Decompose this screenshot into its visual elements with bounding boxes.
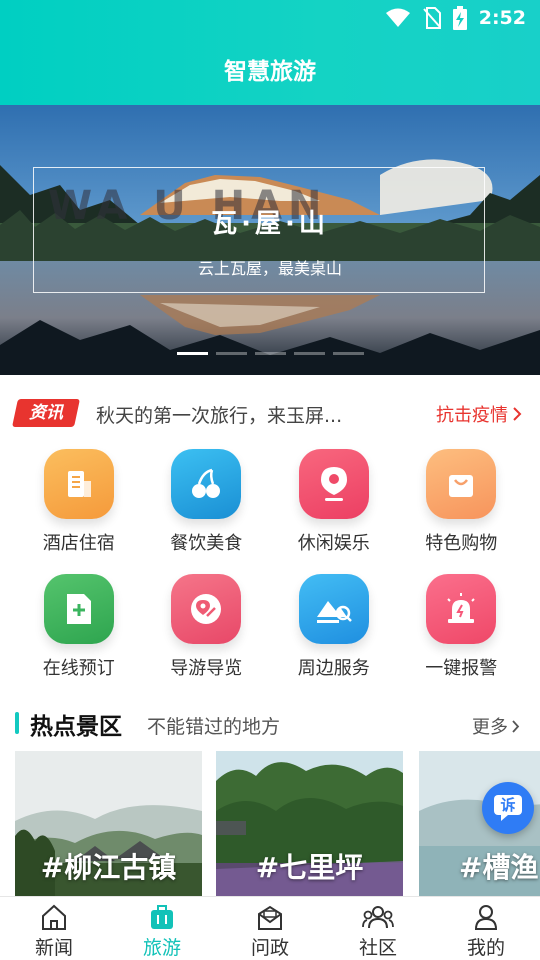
carousel-dot[interactable] bbox=[216, 352, 247, 355]
complaint-float-button[interactable]: 诉 bbox=[482, 782, 534, 834]
tab-label: 我的 bbox=[466, 937, 505, 959]
news-badge: 资讯 bbox=[12, 399, 80, 427]
service-label: 特色购物 bbox=[425, 533, 498, 554]
tab-label: 问政 bbox=[250, 937, 289, 959]
service-label: 周边服务 bbox=[297, 658, 370, 679]
service-label: 酒店住宿 bbox=[42, 533, 115, 554]
wifi-icon bbox=[385, 8, 410, 27]
service-alarm[interactable]: 一键报警 bbox=[398, 574, 526, 680]
status-time: 2:52 bbox=[478, 7, 526, 29]
service-label: 休闲娱乐 bbox=[297, 533, 370, 554]
no-sim-icon bbox=[422, 7, 441, 29]
carousel-dot[interactable] bbox=[333, 352, 364, 355]
scenic-name: #七里坪 bbox=[255, 851, 364, 884]
community-icon bbox=[362, 906, 394, 929]
map-pin-icon bbox=[171, 574, 242, 644]
news-category-label: 抗击疫情 bbox=[436, 405, 508, 426]
more-label: 更多 bbox=[472, 717, 508, 738]
tab-label: 新闻 bbox=[34, 937, 73, 959]
section-accent-bar bbox=[15, 712, 19, 734]
mail-icon bbox=[258, 905, 282, 930]
tab-travel[interactable]: 旅游 bbox=[108, 897, 216, 960]
shopping-bag-icon bbox=[426, 449, 497, 519]
service-hotel[interactable]: 酒店住宿 bbox=[15, 449, 143, 555]
banner-title: 瓦·屋·山 bbox=[211, 209, 329, 239]
service-booking[interactable]: 在线预订 bbox=[15, 574, 143, 680]
carousel-dot[interactable] bbox=[177, 352, 208, 355]
location-pin-icon bbox=[298, 449, 369, 519]
alarm-light-icon bbox=[426, 574, 497, 644]
scenic-card[interactable]: #七里坪 bbox=[216, 751, 403, 896]
status-bar: 2:52 bbox=[385, 6, 526, 30]
service-label: 在线预订 bbox=[42, 658, 115, 679]
page-title: 智慧旅游 bbox=[224, 59, 316, 85]
carousel-indicator bbox=[177, 352, 364, 355]
section-subtitle: 不能错过的地方 bbox=[147, 716, 281, 738]
service-label: 导游导览 bbox=[170, 658, 243, 679]
scenic-card[interactable]: #柳江古镇 bbox=[15, 751, 202, 896]
app-header: 2:52 智慧旅游 bbox=[0, 0, 540, 105]
service-nearby[interactable]: 周边服务 bbox=[270, 574, 398, 680]
section-title: 热点景区 bbox=[30, 714, 122, 740]
tab-label: 社区 bbox=[358, 937, 397, 959]
service-guide[interactable]: 导游导览 bbox=[143, 574, 271, 680]
battery-charging-icon bbox=[452, 6, 467, 30]
tab-mine[interactable]: 我的 bbox=[432, 897, 540, 960]
carousel-dot[interactable] bbox=[294, 352, 325, 355]
service-label: 一键报警 bbox=[425, 658, 498, 679]
cherry-icon bbox=[171, 449, 242, 519]
tab-label: 旅游 bbox=[142, 937, 181, 959]
service-label: 餐饮美食 bbox=[170, 533, 243, 554]
tab-news[interactable]: 新闻 bbox=[0, 897, 108, 960]
banner-subtitle: 云上瓦屋，最美桌山 bbox=[197, 259, 342, 278]
news-category-link[interactable]: 抗击疫情 bbox=[436, 401, 522, 427]
hot-spots-header: 热点景区 不能错过的地方 更多 bbox=[0, 705, 540, 741]
hot-spots-list: #柳江古镇 #七里坪 #槽渔 bbox=[15, 751, 540, 896]
banner-carousel[interactable]: WA U HAN 瓦·屋·山 云上瓦屋，最美桌山 bbox=[0, 105, 540, 375]
service-food[interactable]: 餐饮美食 bbox=[143, 449, 271, 555]
service-shopping[interactable]: 特色购物 bbox=[398, 449, 526, 555]
complaint-label: 诉 bbox=[500, 796, 516, 814]
service-grid: 酒店住宿 餐饮美食 休闲娱乐 特色购物 在线预订 导游导览 周边服务 一键报警 bbox=[15, 449, 525, 680]
news-headline[interactable]: 秋天的第一次旅行，来玉屏... bbox=[96, 401, 342, 428]
home-icon bbox=[42, 904, 66, 930]
tab-politics[interactable]: 问政 bbox=[216, 897, 324, 960]
news-ticker[interactable]: 资讯 秋天的第一次旅行，来玉屏... 抗击疫情 bbox=[0, 393, 540, 433]
luggage-icon bbox=[151, 905, 173, 929]
service-leisure[interactable]: 休闲娱乐 bbox=[270, 449, 398, 555]
scenic-name: #柳江古镇 bbox=[40, 851, 177, 884]
booking-icon bbox=[43, 574, 114, 644]
nearby-search-icon bbox=[298, 574, 369, 644]
chevron-right-icon bbox=[512, 719, 520, 733]
bottom-tab-bar: 新闻 旅游 问政 社区 我的 bbox=[0, 896, 540, 960]
chevron-right-icon bbox=[513, 407, 522, 421]
carousel-dot[interactable] bbox=[255, 352, 286, 355]
more-link[interactable]: 更多 bbox=[472, 713, 520, 739]
user-icon bbox=[474, 905, 498, 930]
scenic-name: #槽渔 bbox=[459, 851, 539, 884]
tab-community[interactable]: 社区 bbox=[324, 897, 432, 960]
hotel-icon bbox=[43, 449, 114, 519]
